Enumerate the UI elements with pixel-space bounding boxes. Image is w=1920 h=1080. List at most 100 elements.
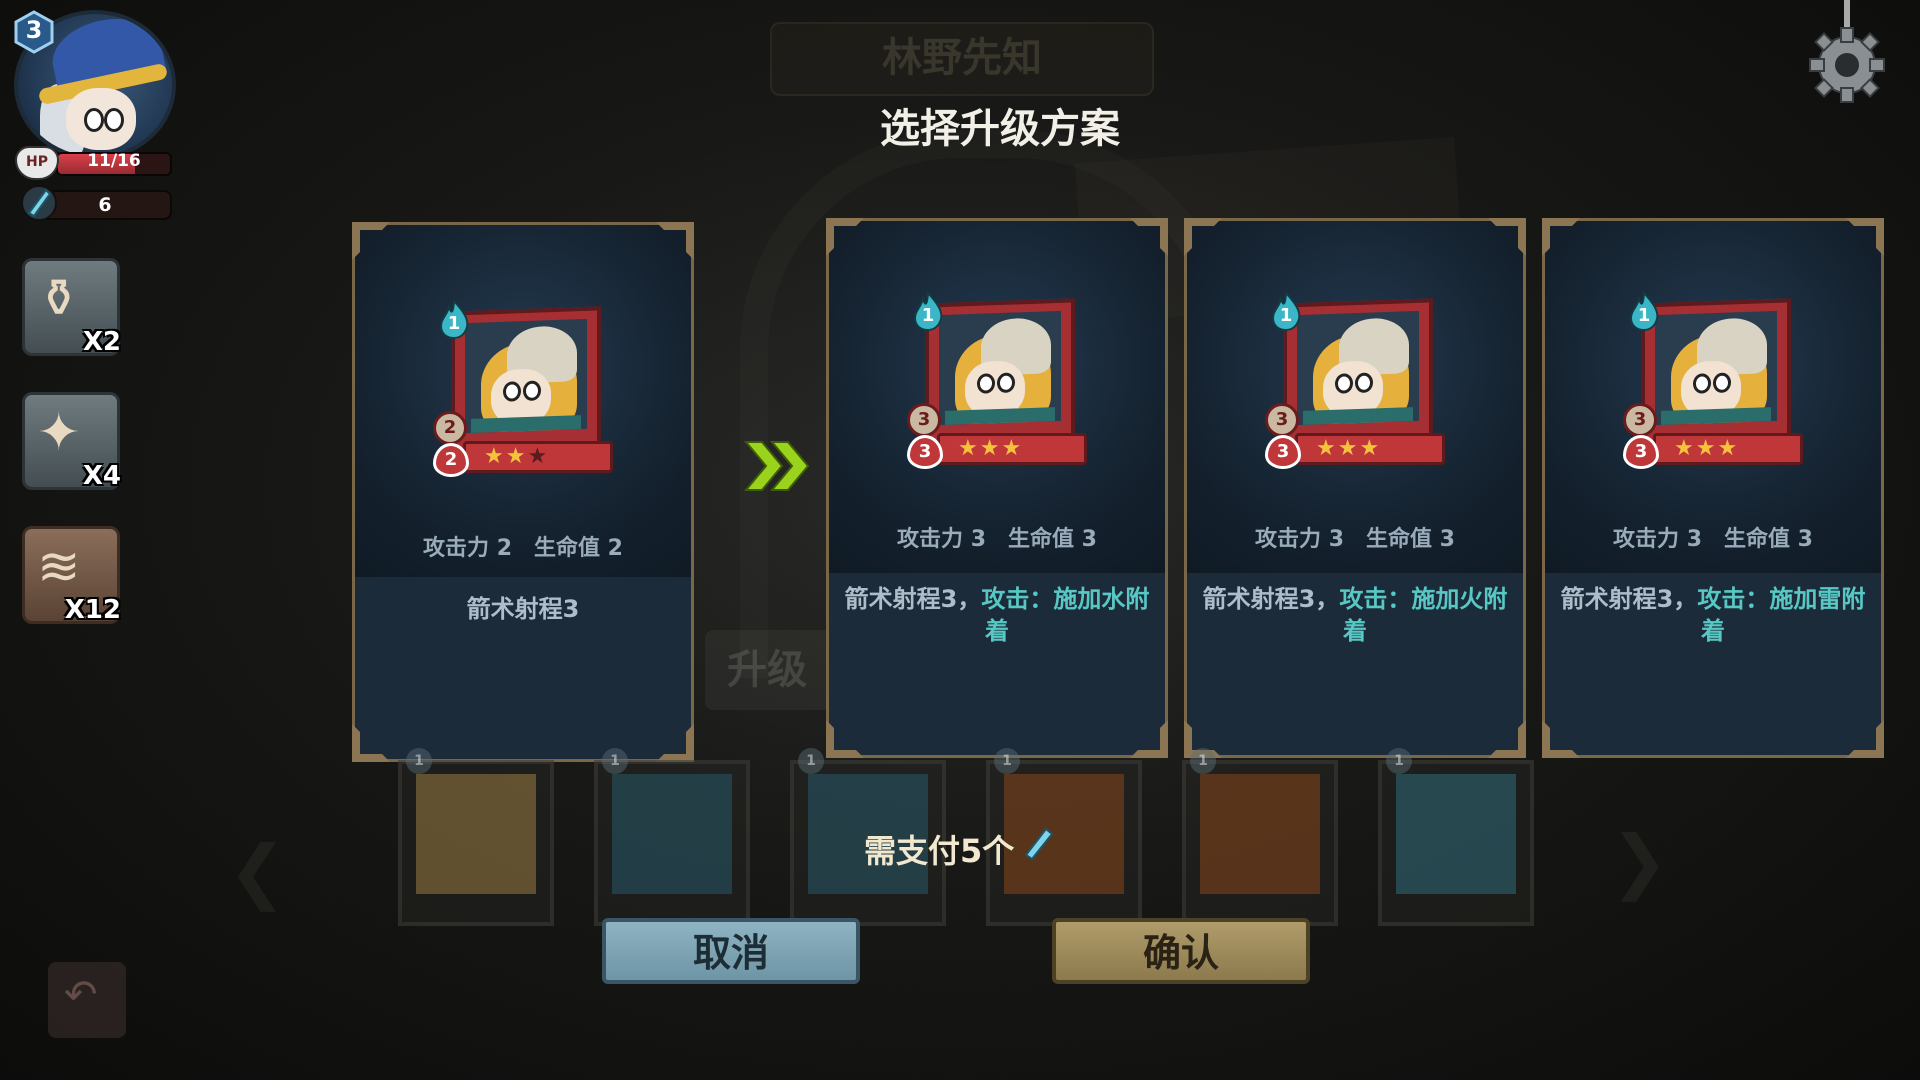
inventory-count: X2 xyxy=(82,327,121,357)
upgrade-option-card[interactable]: ★★★ 1 3 3 攻击力 3 生命值 3 箭术射程3，攻击：施加水附着 xyxy=(826,218,1168,758)
bench-card-cost: 1 xyxy=(798,748,824,774)
card-corner-ornament xyxy=(1130,218,1168,256)
inventory-count: X12 xyxy=(64,595,121,625)
health-badge: 3 xyxy=(1623,435,1659,469)
card-corner-ornament xyxy=(1846,720,1884,758)
star-filled-icon: ★ xyxy=(1359,436,1382,461)
attack-stat: 攻击力 3 xyxy=(897,527,986,552)
health-stat: 生命值 3 xyxy=(1724,527,1813,552)
hp-label: HP xyxy=(15,146,59,180)
desc-text: 箭术射程3， xyxy=(1560,585,1698,613)
health-badge: 3 xyxy=(1265,435,1301,469)
crystal-icon xyxy=(1024,827,1054,861)
card-corner-ornament xyxy=(352,222,390,260)
card-corner-ornament xyxy=(826,720,864,758)
card-stats: 攻击力 3 生命值 3 xyxy=(1545,521,1881,553)
card-corner-ornament xyxy=(1130,720,1168,758)
bench-card: 1 xyxy=(1182,748,1338,926)
cards-stack-icon: ≋ xyxy=(37,537,81,597)
unit-art xyxy=(465,318,587,434)
card-corner-ornament xyxy=(1184,218,1222,256)
desc-highlight: 攻击：施加火附着 xyxy=(1339,585,1508,645)
crystal-count: 6 xyxy=(38,190,172,220)
star-rating: ★★★ xyxy=(484,444,549,470)
unit-eye xyxy=(1355,372,1373,394)
star-filled-icon: ★ xyxy=(1717,436,1740,461)
desc-text: 箭术射程3， xyxy=(844,585,982,613)
desc-text: 箭术射程3， xyxy=(1202,585,1340,613)
hero-eye xyxy=(84,108,104,132)
unit-frame xyxy=(1641,298,1791,454)
card-description: 箭术射程3，攻击：施加水附着 xyxy=(839,583,1155,647)
card-art-area: ★★★ 1 3 3 攻击力 3 生命值 3 xyxy=(829,221,1165,573)
bench-left-arrow-icon: ❮ xyxy=(228,830,287,912)
settings-gear-icon[interactable] xyxy=(1806,22,1888,104)
unit-scarf xyxy=(1303,407,1413,426)
card-corner-ornament xyxy=(1542,218,1580,256)
unit-scarf xyxy=(945,407,1055,426)
desc-highlight: 攻击：施加雷附着 xyxy=(1697,585,1866,645)
star-filled-icon: ★ xyxy=(484,444,506,469)
unit-art xyxy=(1655,310,1777,426)
unit-art xyxy=(1297,310,1419,426)
star-filled-icon: ★ xyxy=(1001,436,1024,461)
bench-right-arrow-icon: ❯ xyxy=(1610,820,1669,902)
attack-stat: 攻击力 3 xyxy=(1255,527,1344,552)
back-button[interactable]: ↶ xyxy=(48,962,126,1038)
dialog-title: 选择升级方案 xyxy=(880,106,1120,152)
star-rating: ★★★ xyxy=(958,436,1023,462)
upgrade-arrow-icon xyxy=(744,441,810,491)
health-stat: 生命值 3 xyxy=(1366,527,1455,552)
star-rating: ★★★ xyxy=(1316,436,1381,462)
payment-text: 需支付5个 xyxy=(864,832,1015,870)
star-filled-icon: ★ xyxy=(1674,436,1696,461)
desc-highlight: 攻击：施加水附着 xyxy=(981,585,1150,645)
bench-card-cost: 1 xyxy=(1190,748,1216,774)
star-filled-icon: ★ xyxy=(1337,436,1360,461)
star-empty-icon: ★ xyxy=(527,444,550,469)
card-corner-ornament xyxy=(656,222,694,260)
inventory-item-chest[interactable]: ✦ X4 xyxy=(22,392,121,491)
hp-text: 11/16 xyxy=(87,151,141,171)
card-art-area: ★★★ 1 3 3 攻击力 3 生命值 3 xyxy=(1187,221,1523,573)
card-art-area: ★★★ 1 2 2 攻击力 2 生命值 2 xyxy=(355,225,691,577)
health-stat: 生命值 3 xyxy=(1008,527,1097,552)
desc-text: 箭术射程3 xyxy=(466,595,580,623)
card-corner-ornament xyxy=(1846,218,1884,256)
star-ribbon: ★★★ xyxy=(937,433,1087,465)
bench-card-cost: 1 xyxy=(994,748,1020,774)
upgrade-option-card[interactable]: ★★★ 1 3 3 攻击力 3 生命值 3 箭术射程3，攻击：施加雷附着 xyxy=(1542,218,1884,758)
attack-badge: 3 xyxy=(907,403,941,437)
card-cost: 1 xyxy=(1279,305,1293,326)
potion-icon: ⚱ xyxy=(37,269,81,329)
chest-icon: ✦ xyxy=(37,403,81,463)
health-badge: 2 xyxy=(433,443,469,477)
card-cost: 1 xyxy=(921,305,935,326)
inventory-item-potion[interactable]: ⚱ X2 xyxy=(22,258,121,357)
bench-card-cost: 1 xyxy=(602,748,628,774)
bench-card: 1 xyxy=(594,748,750,926)
upgrade-option-card[interactable]: ★★★ 1 3 3 攻击力 3 生命值 3 箭术射程3，攻击：施加火附着 xyxy=(1184,218,1526,758)
unit-art xyxy=(939,310,1061,426)
inventory-item-cards[interactable]: ≋ X12 xyxy=(22,526,121,625)
hero-eye xyxy=(104,108,124,132)
star-rating: ★★★ xyxy=(1674,436,1739,462)
confirm-button[interactable]: 确认 xyxy=(1052,918,1310,984)
card-cost: 1 xyxy=(1637,305,1651,326)
bench-card-art xyxy=(1396,774,1516,894)
unit-eye xyxy=(997,372,1015,394)
unit-frame xyxy=(451,306,601,462)
hero-level: 3 xyxy=(25,16,43,44)
star-filled-icon: ★ xyxy=(1316,436,1338,461)
cancel-button[interactable]: 取消 xyxy=(602,918,860,984)
bench-card-art xyxy=(612,774,732,894)
card-art-area: ★★★ 1 3 3 攻击力 3 生命值 3 xyxy=(1545,221,1881,573)
unit-scarf xyxy=(471,415,581,434)
unit-portrait: ★★★ 1 3 3 xyxy=(1265,291,1447,469)
star-ribbon: ★★★ xyxy=(463,441,613,473)
hero-face xyxy=(66,88,136,150)
unit-scarf xyxy=(1661,407,1771,426)
bench-card-art xyxy=(416,774,536,894)
background-banner-title: 林野先知 xyxy=(770,22,1154,96)
card-corner-ornament xyxy=(826,218,864,256)
